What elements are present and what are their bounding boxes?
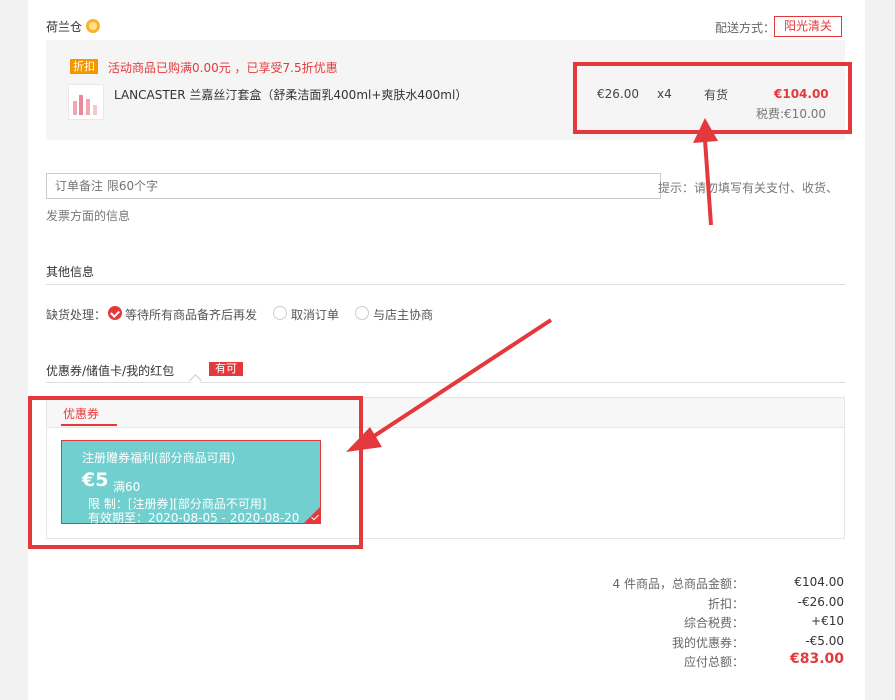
annotation-arrows: [346, 118, 718, 452]
arrow-line-left: [366, 318, 553, 442]
arrow-head-up: [693, 118, 718, 143]
arrow-line-up: [703, 139, 713, 226]
arrow-head-left: [346, 427, 382, 452]
